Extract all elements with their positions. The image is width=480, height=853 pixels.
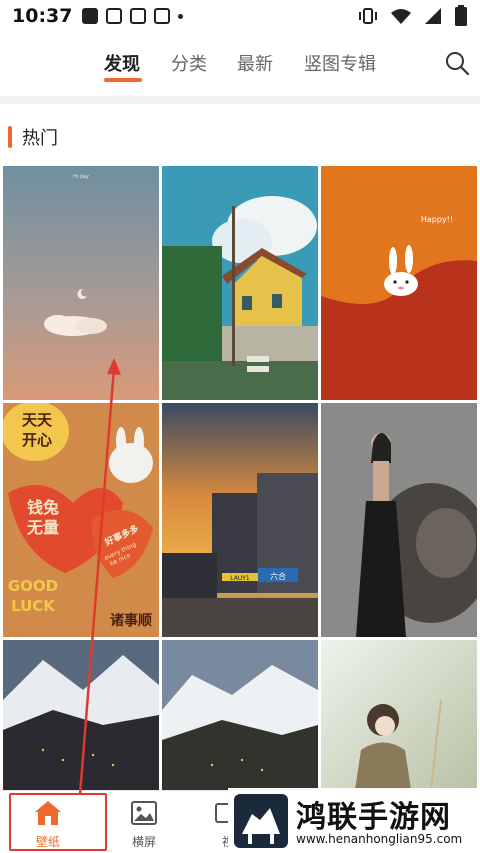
tab-discover[interactable]: 发现 bbox=[104, 50, 140, 76]
notification-a-icon bbox=[106, 8, 123, 24]
top-tab-bar: 发现 分类 最新 竖图专辑 bbox=[0, 40, 480, 88]
tab-category[interactable]: 分类 bbox=[171, 50, 207, 76]
vibrate-icon bbox=[359, 8, 377, 24]
svg-text:LUCK: LUCK bbox=[11, 597, 56, 615]
tile-caption-happy: Happy!! bbox=[421, 215, 453, 224]
signal-icon bbox=[425, 8, 441, 24]
notification-map-icon bbox=[130, 8, 147, 24]
status-time: 10:37 bbox=[12, 5, 73, 27]
wallpaper-city-sunset[interactable]: 六合 LAUY1 bbox=[162, 403, 318, 637]
section-accent-bar bbox=[8, 126, 12, 148]
site-watermark: 鸿联手游网 www.henanhonglian95.com bbox=[228, 788, 480, 853]
tab-latest[interactable]: 最新 bbox=[237, 50, 273, 76]
nav-landscape-label: 横屏 bbox=[131, 835, 156, 849]
notification-icons bbox=[82, 8, 184, 24]
svg-text:无量: 无量 bbox=[26, 518, 59, 537]
tile-caption-hi-day: Hi day bbox=[73, 174, 89, 180]
svg-text:钱兔: 钱兔 bbox=[27, 498, 59, 517]
notification-map-icon-2 bbox=[154, 8, 171, 24]
svg-text:六合: 六合 bbox=[270, 571, 286, 581]
wallpaper-sky-cloud[interactable]: Hi day bbox=[3, 166, 159, 400]
image-icon bbox=[131, 801, 157, 825]
watermark-title: 鸿联手游网 bbox=[296, 800, 451, 835]
wallpaper-alpine-village-1[interactable] bbox=[3, 640, 159, 790]
notification-app-icon bbox=[82, 8, 99, 24]
wallpaper-anime-village[interactable] bbox=[162, 166, 318, 400]
search-icon[interactable] bbox=[444, 50, 470, 76]
watermark-url: www.henanhonglian95.com bbox=[296, 832, 463, 846]
wallpaper-chinese-hearts[interactable]: 天天 开心 钱兔 无量 好事多多 every thing be nice GOO… bbox=[3, 403, 159, 637]
watermark-logo-icon bbox=[234, 794, 288, 848]
wallpaper-alpine-village-2[interactable] bbox=[162, 640, 318, 790]
section-title: 热门 bbox=[22, 128, 58, 149]
svg-text:天天: 天天 bbox=[22, 411, 53, 429]
wallpaper-bunny-happy[interactable]: Happy!! bbox=[321, 166, 477, 400]
notification-dot-icon bbox=[178, 13, 184, 19]
svg-text:GOOD: GOOD bbox=[8, 577, 58, 595]
battery-icon bbox=[455, 5, 467, 26]
svg-text:诸事顺: 诸事顺 bbox=[110, 612, 152, 629]
wallpaper-woman-lion[interactable] bbox=[321, 403, 477, 637]
svg-text:LAUY1: LAUY1 bbox=[230, 575, 250, 582]
active-tab-indicator bbox=[104, 78, 142, 82]
status-bar: 10:37 bbox=[0, 0, 480, 32]
nav-landscape[interactable]: 横屏 bbox=[104, 799, 184, 850]
highlight-box bbox=[9, 793, 107, 851]
wallpaper-anime-girl[interactable] bbox=[321, 640, 477, 790]
system-icons bbox=[358, 5, 468, 27]
header-divider bbox=[0, 96, 480, 104]
section-header-hot: 热门 bbox=[8, 124, 58, 150]
svg-text:开心: 开心 bbox=[22, 431, 52, 449]
app-screen: 10:37 发现 分类 最新 竖图专辑 热门 Hi day Happy!! 天天… bbox=[0, 0, 480, 853]
wifi-icon bbox=[391, 9, 411, 24]
tab-vertical-album[interactable]: 竖图专辑 bbox=[304, 50, 376, 76]
